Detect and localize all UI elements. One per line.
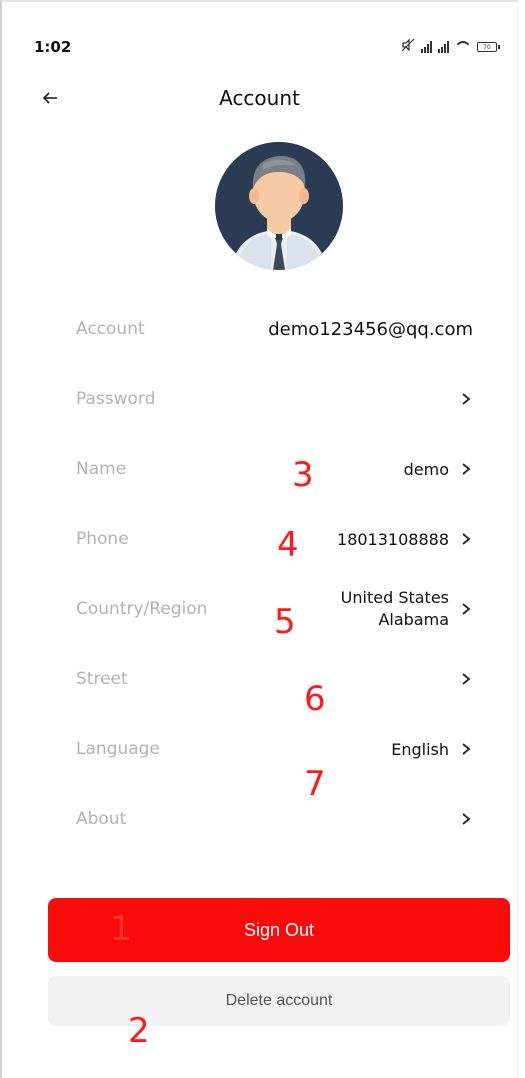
page-title: Account <box>219 86 300 110</box>
delete-account-label: Delete account <box>225 992 333 1009</box>
row-name[interactable]: Name demo <box>76 434 473 504</box>
battery-icon: 70 <box>477 42 500 52</box>
region-value: Alabama <box>378 610 449 629</box>
status-time: 1:02 <box>34 38 72 56</box>
header: Account <box>2 82 517 118</box>
phone-value: 18013108888 <box>337 529 449 549</box>
chevron-right-icon <box>459 672 473 686</box>
chevron-right-icon <box>459 462 473 476</box>
annotation-6: 6 <box>304 679 326 719</box>
row-label: Street <box>76 669 128 689</box>
row-label: Name <box>76 459 127 479</box>
delete-account-button[interactable]: Delete account <box>48 976 510 1026</box>
row-label: Language <box>76 739 160 759</box>
annotation-3: 3 <box>292 455 314 495</box>
annotation-5: 5 <box>274 602 296 642</box>
chevron-right-icon <box>459 532 473 546</box>
cell-signal-2-icon <box>438 41 449 53</box>
language-value: English <box>391 739 449 759</box>
chevron-right-icon <box>459 602 473 616</box>
annotation-7: 7 <box>304 764 326 804</box>
status-icons: 70 <box>401 38 500 56</box>
row-label: Password <box>76 389 156 409</box>
status-bar: 1:02 70 <box>2 34 517 64</box>
name-value: demo <box>403 459 449 479</box>
phone-screen: 1:02 70 Account Account demo123456@qq.co… <box>0 0 518 1078</box>
row-street[interactable]: Street <box>76 644 473 714</box>
avatar-illustration <box>215 142 343 270</box>
row-password[interactable]: Password <box>76 364 473 434</box>
mute-icon <box>401 38 415 56</box>
row-about[interactable]: About <box>76 784 473 854</box>
account-email-value: demo123456@qq.com <box>268 318 473 340</box>
row-account: Account demo123456@qq.com <box>76 294 473 364</box>
sign-out-label: Sign Out <box>243 919 315 940</box>
row-language[interactable]: Language English <box>76 714 473 784</box>
row-label: Country/Region <box>76 599 208 619</box>
country-region-value: United States Alabama <box>341 587 449 631</box>
annotation-4: 4 <box>277 525 299 565</box>
wifi-icon <box>455 41 471 53</box>
chevron-right-icon <box>459 392 473 406</box>
chevron-right-icon <box>459 812 473 826</box>
cell-signal-icon <box>421 41 432 53</box>
row-phone[interactable]: Phone 18013108888 <box>76 504 473 574</box>
country-value: United States <box>340 588 449 607</box>
chevron-right-icon <box>459 742 473 756</box>
row-label: About <box>76 809 127 829</box>
annotation-1: 1 <box>110 909 132 949</box>
avatar[interactable] <box>215 142 343 270</box>
annotation-2: 2 <box>128 1011 150 1051</box>
row-label: Account <box>76 319 145 339</box>
